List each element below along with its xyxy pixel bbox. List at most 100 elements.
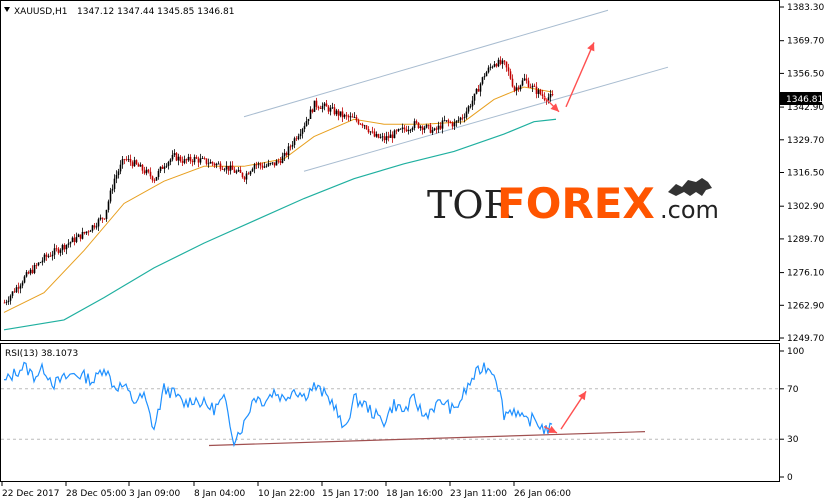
candle-body <box>321 105 324 109</box>
candle-body <box>419 126 422 128</box>
candle-body <box>111 188 114 191</box>
candle-body <box>67 243 70 245</box>
candle-body <box>531 85 534 88</box>
time-tick-label: 28 Dec 05:00 <box>66 489 127 499</box>
candle-body <box>327 106 330 112</box>
candle-body <box>235 171 238 173</box>
candle-body <box>501 60 504 64</box>
candle-body <box>157 170 160 177</box>
candle-body <box>179 156 182 162</box>
candle-body <box>101 217 104 219</box>
candle-body <box>503 60 506 62</box>
candle-body <box>233 169 236 173</box>
price-tick-label: 1302.90 <box>787 202 824 212</box>
candle-body <box>507 67 510 72</box>
candle-body <box>181 161 184 163</box>
price-tag-value: 1346.81 <box>786 95 823 105</box>
candle-body <box>171 155 174 160</box>
candle-body <box>145 169 148 174</box>
candle-body <box>329 107 332 112</box>
candle-body <box>35 265 38 266</box>
candle-body <box>303 126 306 130</box>
candle-body <box>241 172 244 178</box>
candle-body <box>467 106 470 112</box>
rsi-tick-label: 30 <box>787 435 799 445</box>
candle-body <box>267 163 270 166</box>
candle-body <box>187 156 190 161</box>
candle-body <box>433 128 436 131</box>
candle-body <box>277 160 280 162</box>
candle-body <box>239 169 242 173</box>
candle-body <box>257 163 260 165</box>
candle-body <box>19 285 22 289</box>
rsi-axis: 100 70 30 0 <box>780 347 804 483</box>
candle-body <box>361 124 364 126</box>
candle-body <box>495 64 498 67</box>
candle-body <box>441 120 444 129</box>
candle-body <box>135 160 138 165</box>
candle-body <box>473 93 476 101</box>
candle-body <box>127 158 130 160</box>
candle-body <box>139 164 142 167</box>
candle-body <box>453 122 456 127</box>
candle-body <box>65 244 68 250</box>
candle-body <box>261 165 264 168</box>
candle-body <box>479 83 482 92</box>
candle-body <box>197 158 200 163</box>
watermark-forex: FOREX <box>497 179 655 228</box>
candle-body <box>31 269 34 273</box>
candle-body <box>207 163 210 165</box>
candle-body <box>519 85 522 90</box>
candle-body <box>55 248 58 250</box>
candle-body <box>551 94 554 96</box>
candle-body <box>493 64 496 67</box>
candle-body <box>5 301 8 303</box>
candle-body <box>307 118 310 121</box>
candle-body <box>465 111 468 118</box>
candle-body <box>301 129 304 134</box>
candle-body <box>201 158 204 159</box>
candle-body <box>429 125 432 133</box>
candle-body <box>455 120 458 123</box>
candle-body <box>405 129 408 132</box>
candle-body <box>407 129 410 132</box>
candle-body <box>47 255 50 257</box>
candle-body <box>315 100 318 107</box>
candle-body <box>539 90 542 95</box>
candle-body <box>133 160 136 167</box>
price-tick-label: 1383.30 <box>787 3 824 13</box>
candle-body <box>141 164 144 171</box>
candle-body <box>113 178 116 189</box>
candle-body <box>385 136 388 141</box>
candle-body <box>147 169 150 172</box>
candle-body <box>317 106 320 109</box>
candle-body <box>481 77 484 84</box>
candle-body <box>349 116 352 118</box>
candle-body <box>61 245 64 251</box>
trading-chart[interactable]: TOR FOREX .com 1383.301369.701356.501342… <box>0 0 824 504</box>
candle-body <box>143 170 146 174</box>
candle-body <box>373 131 376 137</box>
candle-body <box>403 127 406 130</box>
candle-body <box>109 190 112 202</box>
candle-body <box>357 120 360 124</box>
candle-body <box>71 237 74 243</box>
price-tick-label: 1329.70 <box>787 136 824 146</box>
candle-body <box>169 159 172 163</box>
candle-body <box>11 291 14 296</box>
candle-body <box>445 120 448 122</box>
candle-body <box>485 72 488 77</box>
candle-body <box>63 245 66 250</box>
rsi-tick-label: 70 <box>787 385 799 395</box>
candle-body <box>161 166 164 169</box>
candle-body <box>219 163 222 170</box>
candle-body <box>431 130 434 133</box>
price-tick-label: 1262.90 <box>787 301 824 311</box>
candle-body <box>411 128 414 130</box>
candle-body <box>177 156 180 161</box>
candle-body <box>449 122 452 123</box>
candle-body <box>259 163 262 166</box>
candle-body <box>461 117 464 119</box>
time-tick-label: 26 Jan 06:00 <box>514 489 571 499</box>
candle-body <box>367 129 370 133</box>
